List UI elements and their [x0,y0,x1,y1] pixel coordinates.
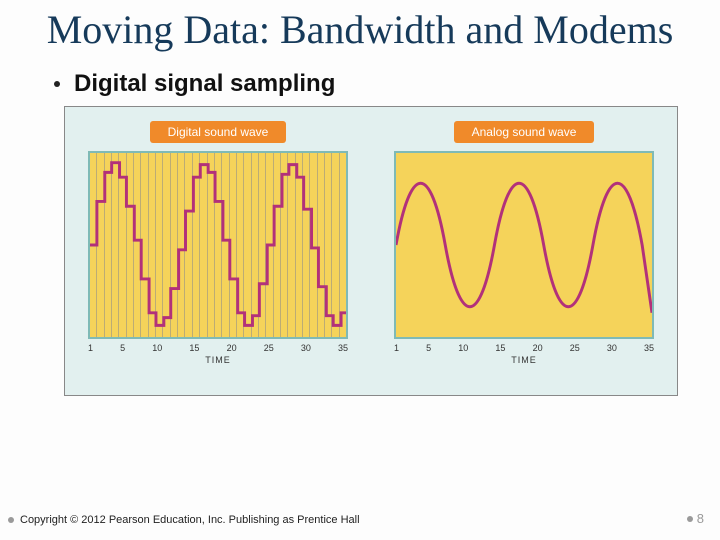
tick: 15 [189,343,199,353]
tick: 1 [88,343,93,353]
page-title: Moving Data: Bandwidth and Modems [0,0,720,52]
plot-analog [394,151,654,339]
tick: 25 [570,343,580,353]
panel-label-analog: Analog sound wave [454,121,595,143]
tick: 15 [495,343,505,353]
xlabel-digital: TIME [205,355,231,365]
tick: 5 [120,343,125,353]
panel-digital: Digital sound wave 1 5 10 15 20 25 30 35… [65,107,371,395]
xaxis-analog: 1 5 10 15 20 25 30 35 [394,343,654,353]
bullet-icon [8,517,14,523]
tick: 35 [338,343,348,353]
tick: 30 [301,343,311,353]
panel-analog: Analog sound wave 1 5 10 15 20 25 30 35 … [371,107,677,395]
tick: 10 [458,343,468,353]
plot-digital [88,151,348,339]
tick: 20 [227,343,237,353]
page-number-text: 8 [697,511,704,526]
bullet-icon [687,516,693,522]
tick: 30 [607,343,617,353]
copyright-text: Copyright © 2012 Pearson Education, Inc.… [20,514,360,526]
bullet-text: Digital signal sampling [74,70,335,98]
tick: 10 [152,343,162,353]
copyright-footer: Copyright © 2012 Pearson Education, Inc.… [8,514,360,526]
bullet-item: Digital signal sampling [54,70,720,98]
page-number: 8 [687,511,704,526]
xlabel-analog: TIME [511,355,537,365]
xaxis-digital: 1 5 10 15 20 25 30 35 [88,343,348,353]
tick: 35 [644,343,654,353]
tick: 20 [533,343,543,353]
bullet-icon [54,81,60,87]
digital-wave [90,153,346,337]
analog-wave [396,153,652,337]
tick: 1 [394,343,399,353]
panel-label-digital: Digital sound wave [150,121,287,143]
figure-container: Digital sound wave 1 5 10 15 20 25 30 35… [64,106,678,396]
tick: 25 [264,343,274,353]
tick: 5 [426,343,431,353]
